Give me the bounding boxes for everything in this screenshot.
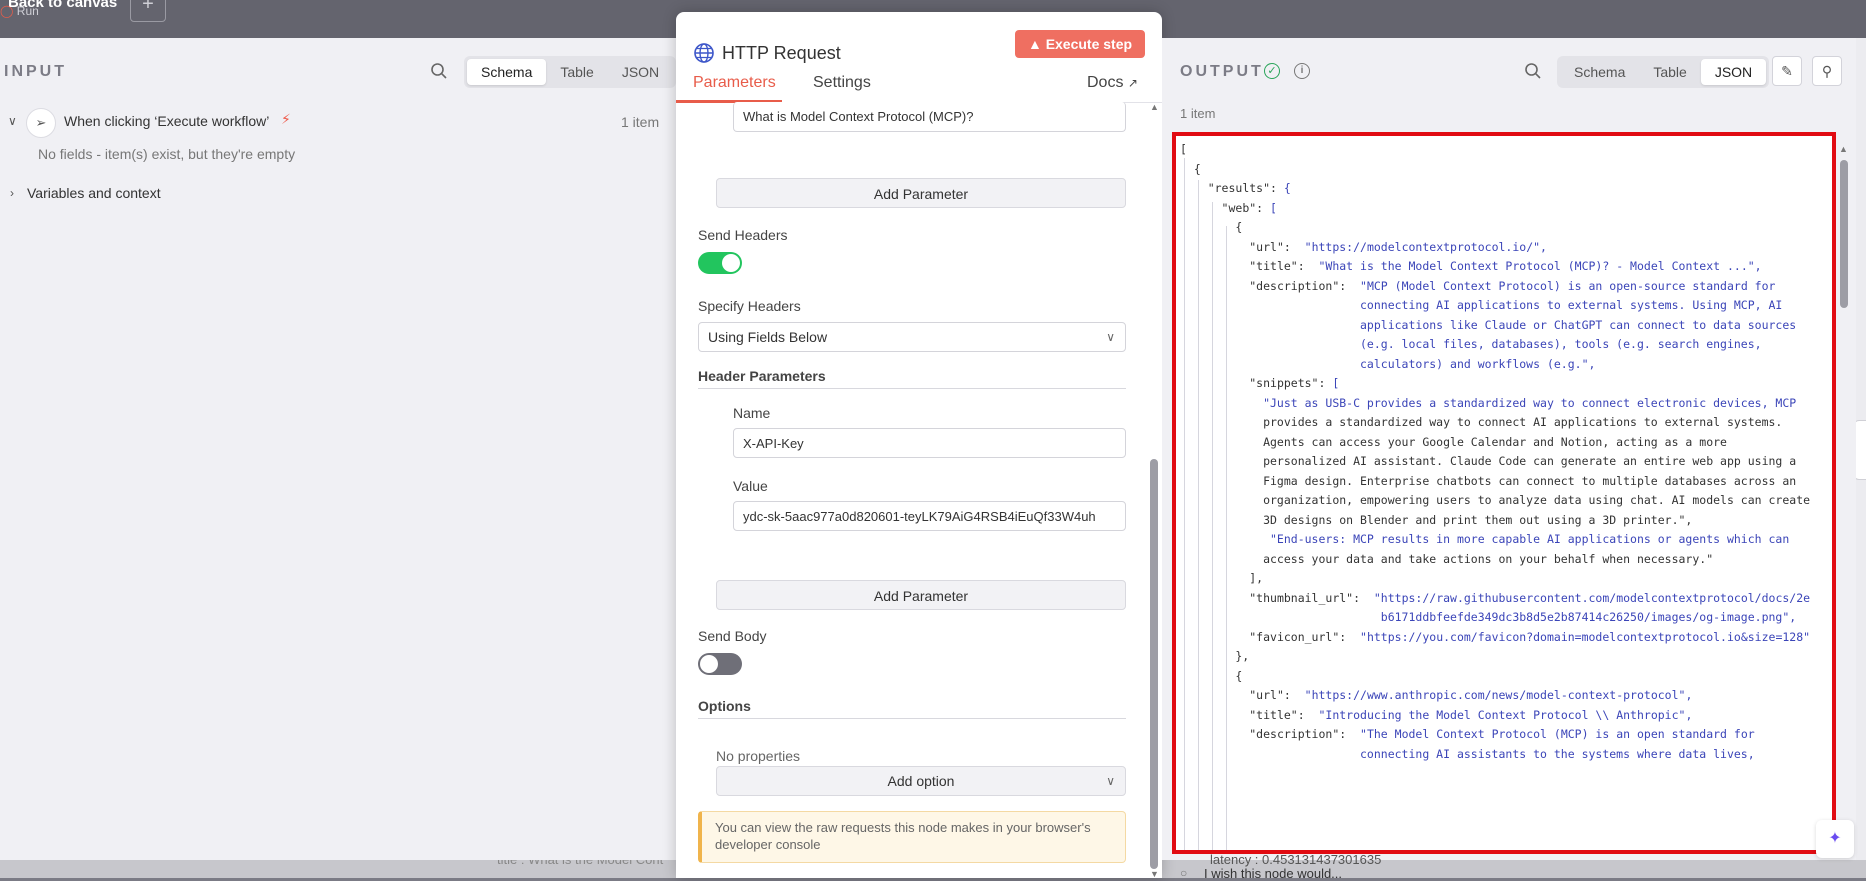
scroll-down-arrow[interactable]: ▼	[1150, 869, 1159, 878]
flask-icon: ▲	[1027, 36, 1042, 52]
scroll-up-arrow[interactable]: ▲	[1839, 144, 1848, 154]
node-title: HTTP Request	[722, 43, 841, 63]
trigger-node-label[interactable]: When clicking ‘Execute workflow’	[64, 113, 269, 129]
output-tab-json[interactable]: JSON	[1700, 59, 1767, 85]
globe-icon	[694, 43, 714, 63]
output-item-count: 1 item	[1180, 106, 1216, 121]
search-icon[interactable]	[1523, 61, 1543, 81]
header-value-input[interactable]: ydc-sk-5aac977a0d820601-teyLK79AiG4RSB4i…	[733, 501, 1126, 531]
no-fields-message: No fields - item(s) exist, but they're e…	[38, 146, 296, 162]
json-scrollbar[interactable]	[1840, 160, 1848, 308]
header-value-label: Value	[733, 478, 768, 494]
execute-step-button[interactable]: ▲ Execute step	[1015, 30, 1145, 58]
input-title: INPUT	[4, 63, 67, 80]
header-name-input[interactable]: X-API-Key	[733, 428, 1126, 458]
edit-pencil-icon[interactable]: ✎	[1772, 56, 1802, 86]
add-node-button[interactable]: +	[130, 0, 166, 22]
json-line: connecting AI assistants to the systems …	[1180, 746, 1755, 761]
query-value-input[interactable]: What is Model Context Protocol (MCP)?	[733, 102, 1126, 132]
options-divider	[698, 718, 1126, 719]
json-output-viewer[interactable]: [ { "results": { "web": [ { "url": "http…	[1172, 132, 1836, 854]
tab-settings[interactable]: Settings	[813, 74, 871, 92]
latency-text: latency : 0.453131437301635	[1210, 852, 1382, 867]
input-tab-table[interactable]: Table	[546, 59, 607, 85]
input-tab-schema[interactable]: Schema	[467, 59, 547, 85]
output-tab-schema[interactable]: Schema	[1560, 59, 1639, 85]
send-headers-toggle[interactable]	[698, 252, 742, 274]
send-body-label: Send Body	[698, 628, 767, 644]
search-icon[interactable]	[429, 61, 449, 81]
chevron-down-icon: ∨	[1106, 330, 1115, 344]
cursor-click-icon: ➢	[26, 108, 56, 138]
options-label: Options	[698, 698, 751, 714]
json-line: "favicon_url": "https://you.com/favicon?…	[1249, 629, 1811, 644]
send-body-toggle[interactable]	[698, 653, 742, 675]
specify-headers-label: Specify Headers	[698, 298, 801, 314]
pin-icon[interactable]: ⚲	[1812, 56, 1842, 86]
external-link-icon: ↗	[1127, 76, 1138, 90]
ai-sparkle-icon[interactable]: ✦	[1816, 820, 1854, 858]
output-title: OUTPUT	[1180, 63, 1264, 80]
run-label: ◯ Run	[0, 4, 39, 18]
chevron-down-icon: ∨	[1106, 774, 1115, 788]
input-view-switch: Schema Table JSON	[464, 56, 677, 88]
trigger-item-count: 1 item	[621, 114, 660, 130]
variables-and-context[interactable]: Variables and context	[27, 185, 161, 201]
output-tab-table[interactable]: Table	[1639, 59, 1700, 85]
add-option-select[interactable]: Add option ∨	[716, 766, 1126, 796]
lightning-icon: ⚡	[281, 111, 291, 127]
section-divider	[698, 388, 1126, 389]
output-view-switch: Schema Table JSON	[1557, 56, 1770, 88]
send-headers-label: Send Headers	[698, 227, 788, 243]
input-tab-json[interactable]: JSON	[608, 59, 673, 85]
chevron-right-icon[interactable]: ›	[10, 186, 14, 200]
add-header-parameter-button[interactable]: Add Parameter	[716, 580, 1126, 610]
feedback-prompt[interactable]: I wish this node would...	[1204, 866, 1342, 881]
success-check-icon: ✓	[1264, 63, 1280, 79]
docs-link[interactable]: Docs ↗	[1087, 74, 1138, 92]
chevron-down-icon[interactable]: ∨	[8, 114, 17, 128]
scroll-up-arrow[interactable]: ▲	[1150, 102, 1159, 112]
header-name-label: Name	[733, 405, 771, 421]
info-icon[interactable]: i	[1294, 63, 1310, 79]
tab-parameters[interactable]: Parameters	[693, 74, 776, 92]
developer-console-notice: You can view the raw requests this node …	[698, 811, 1126, 863]
no-properties-text: No properties	[716, 748, 801, 764]
add-parameter-button[interactable]: Add Parameter	[716, 178, 1126, 208]
specify-headers-select[interactable]: Using Fields Below ∨	[698, 322, 1126, 352]
http-request-panel: HTTP Request ▲ Execute step Parameters S…	[676, 12, 1162, 878]
node-scrollbar[interactable]	[1150, 459, 1158, 869]
header-parameters-label: Header Parameters	[698, 368, 826, 384]
